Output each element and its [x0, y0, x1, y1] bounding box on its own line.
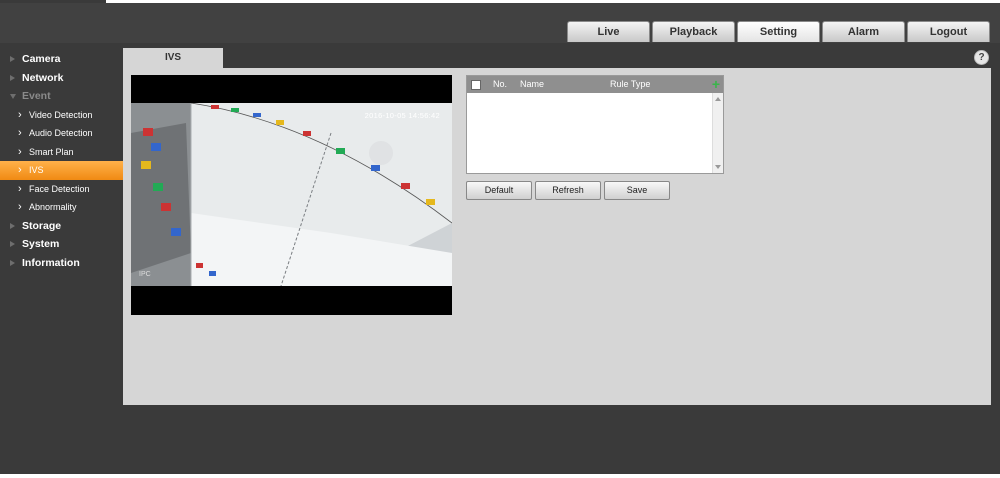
sidebar-item-label: Event: [22, 90, 51, 102]
sidebar-item-label: Audio Detection: [29, 128, 93, 138]
sidebar-item-smart-plan[interactable]: › Smart Plan: [0, 143, 123, 162]
chevron-right-icon: ›: [18, 201, 22, 213]
tab-ivs[interactable]: IVS: [123, 48, 223, 68]
content-tab-bar: IVS ?: [123, 48, 991, 68]
rules-table: No. Name Rule Type +: [466, 75, 724, 174]
sidebar-item-video-detection[interactable]: › Video Detection: [0, 106, 123, 125]
tab-logout[interactable]: Logout: [907, 21, 990, 42]
chevron-right-icon: ›: [18, 127, 22, 139]
sidebar-item-label: Abnormality: [29, 202, 77, 212]
video-timestamp: 2016-10-05 14:56:42: [364, 111, 440, 120]
top-bar: Live Playback Setting Alarm Logout: [0, 0, 1000, 43]
sidebar-item-label: Information: [22, 256, 80, 269]
camera-scene-image: [131, 103, 452, 286]
select-all-checkbox[interactable]: [471, 80, 481, 90]
sidebar-item-face-detection[interactable]: › Face Detection: [0, 180, 123, 199]
bottom-strip: [0, 474, 1000, 478]
sidebar-item-label: Network: [22, 71, 64, 84]
rules-table-header: No. Name Rule Type +: [467, 76, 723, 93]
tab-setting[interactable]: Setting: [737, 21, 820, 42]
triangle-down-icon: [10, 94, 16, 99]
triangle-right-icon: [10, 74, 15, 81]
video-preview[interactable]: 2016-10-05 14:56:42 IPC: [131, 75, 452, 315]
sidebar-item-storage[interactable]: Storage: [0, 217, 123, 236]
column-header-name: Name: [520, 79, 545, 89]
sidebar-item-label: IVS: [29, 165, 44, 175]
sidebar-item-label: Camera: [22, 53, 61, 65]
triangle-right-icon: [10, 222, 15, 229]
add-rule-icon[interactable]: +: [712, 76, 720, 93]
sidebar-item-label: Video Detection: [29, 109, 93, 120]
sidebar-item-label: Face Detection: [29, 183, 90, 194]
triangle-right-icon: [10, 241, 15, 247]
chevron-right-icon: ›: [18, 182, 22, 195]
sidebar-item-network[interactable]: Network: [0, 69, 123, 88]
sidebar-item-audio-detection[interactable]: › Audio Detection: [0, 124, 123, 143]
sidebar-item-abnormality[interactable]: › Abnormality: [0, 198, 123, 217]
scroll-down-arrow-icon[interactable]: [715, 165, 721, 169]
tab-live[interactable]: Live: [567, 21, 650, 42]
chevron-right-icon: ›: [18, 108, 22, 121]
sidebar-item-ivs[interactable]: › IVS: [0, 161, 123, 180]
main-nav-tabs: Live Playback Setting Alarm Logout: [567, 21, 990, 42]
chevron-right-icon: ›: [18, 145, 22, 158]
main-content: IVS ? 2016-10-05 14:56:42 IPC No. Name R…: [123, 48, 991, 405]
triangle-right-icon: [10, 259, 15, 266]
sidebar: Camera Network Event › Video Detection ›…: [0, 50, 123, 272]
default-button[interactable]: Default: [466, 181, 532, 200]
scroll-up-arrow-icon[interactable]: [715, 97, 721, 101]
triangle-right-icon: [10, 56, 15, 62]
column-header-no: No.: [493, 79, 508, 89]
sidebar-item-information[interactable]: Information: [0, 254, 123, 273]
top-corner: [0, 0, 106, 3]
video-channel-label: IPC: [139, 271, 151, 278]
rules-scrollbar[interactable]: [712, 93, 723, 173]
sidebar-item-camera[interactable]: Camera: [0, 50, 123, 69]
help-icon[interactable]: ?: [974, 50, 989, 65]
ivs-panel: 2016-10-05 14:56:42 IPC No. Name Rule Ty…: [123, 68, 991, 405]
save-button[interactable]: Save: [604, 181, 670, 200]
column-header-rule-type: Rule Type: [610, 79, 651, 89]
tab-alarm[interactable]: Alarm: [822, 21, 905, 42]
sidebar-item-label: Smart Plan: [29, 146, 74, 157]
sidebar-item-event[interactable]: Event: [0, 87, 123, 106]
sidebar-item-label: Storage: [22, 219, 62, 232]
refresh-button[interactable]: Refresh: [535, 181, 601, 200]
chevron-right-icon: ›: [18, 164, 22, 176]
tab-playback[interactable]: Playback: [652, 21, 735, 42]
sidebar-item-system[interactable]: System: [0, 235, 123, 254]
sidebar-item-label: System: [22, 238, 60, 250]
